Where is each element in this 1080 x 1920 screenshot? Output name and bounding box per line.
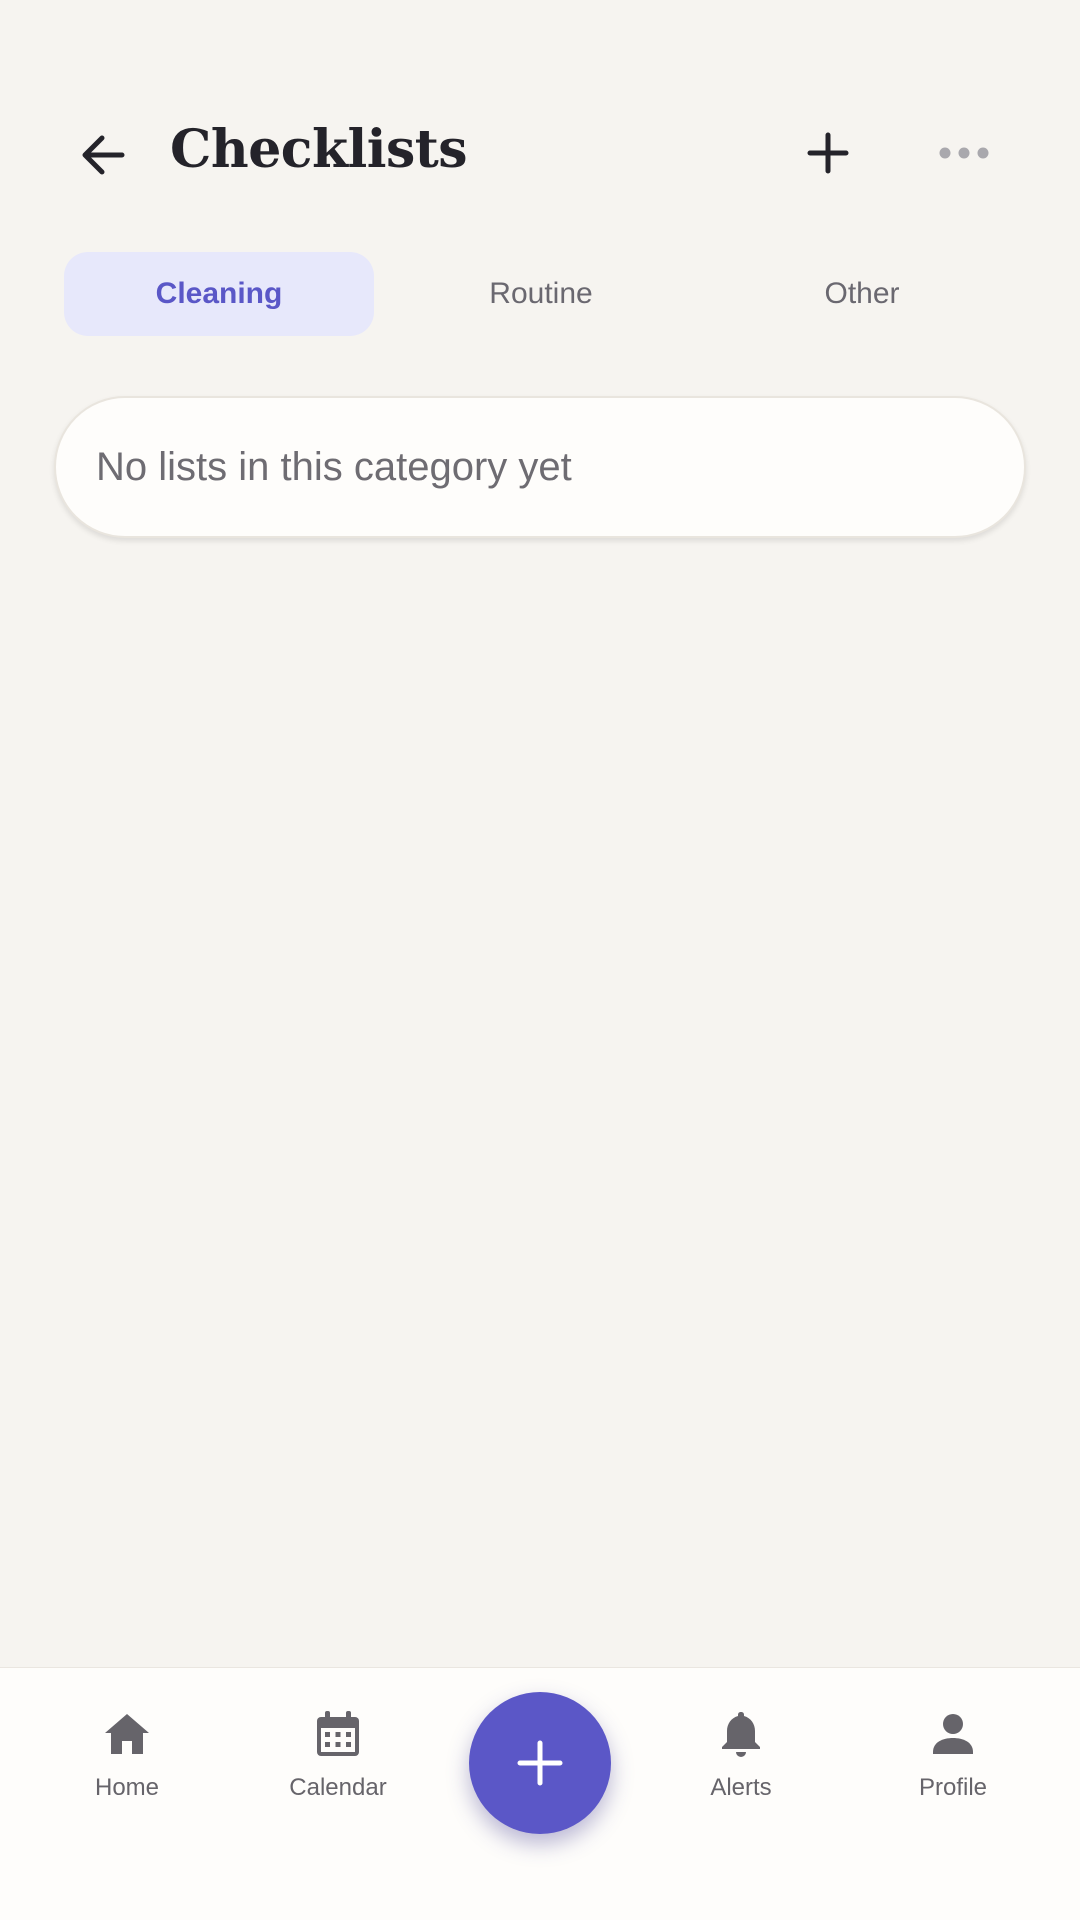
empty-state-card: No lists in this category yet <box>54 396 1026 538</box>
nav-calendar[interactable]: Calendar <box>248 1708 428 1818</box>
plus-icon <box>517 1740 563 1786</box>
home-icon <box>105 1714 149 1754</box>
checklists-screen: Checklists Cleaning Routine Other No lis… <box>0 0 1080 1920</box>
empty-state-message: No lists in this category yet <box>96 444 572 489</box>
more-options-button[interactable] <box>936 131 992 175</box>
nav-alerts[interactable]: Alerts <box>651 1708 831 1818</box>
category-tabs: Cleaning Routine Other <box>64 252 1024 336</box>
add-fab-button[interactable] <box>469 1692 611 1834</box>
nav-alerts-label: Alerts <box>710 1774 772 1801</box>
nav-calendar-label: Calendar <box>289 1774 387 1801</box>
page-title: Checklists <box>170 119 468 180</box>
nav-profile-label: Profile <box>918 1774 988 1801</box>
tab-routine[interactable]: Routine <box>386 252 696 336</box>
arrow-left-icon <box>82 135 125 175</box>
add-checklist-button[interactable] <box>800 125 856 181</box>
app-header: Checklists <box>0 95 1080 210</box>
nav-home[interactable]: Home <box>37 1708 217 1818</box>
back-button[interactable] <box>72 125 142 185</box>
bell-icon <box>722 1712 760 1757</box>
calendar-icon <box>317 1711 359 1756</box>
tab-cleaning[interactable]: Cleaning <box>64 252 374 336</box>
more-horizontal-icon <box>939 147 989 159</box>
nav-profile[interactable]: Profile <box>863 1708 1043 1818</box>
plus-icon <box>807 132 849 174</box>
tab-other[interactable]: Other <box>707 252 1017 336</box>
nav-home-label: Home <box>94 1774 160 1801</box>
person-icon <box>933 1714 973 1754</box>
